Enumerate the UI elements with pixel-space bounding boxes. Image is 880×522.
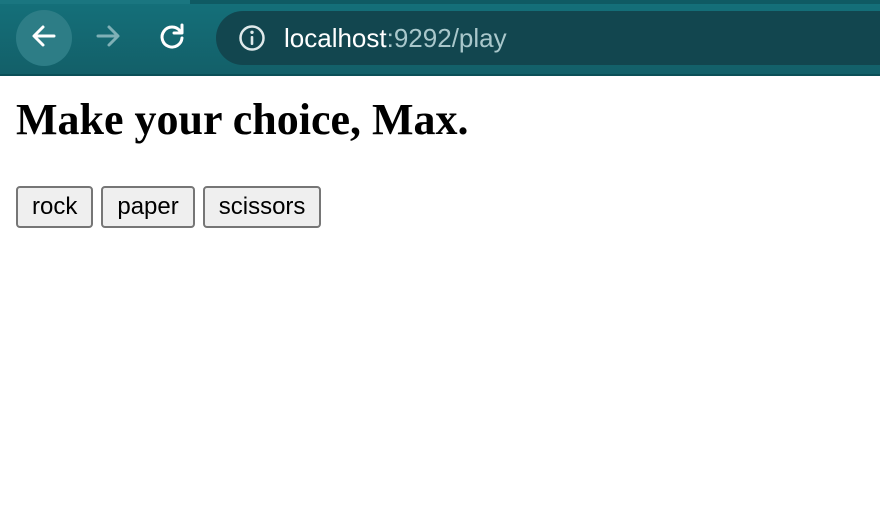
arrow-right-icon [94,22,122,55]
address-bar[interactable]: localhost:9292/play [216,11,880,65]
forward-button[interactable] [80,10,136,66]
reload-button[interactable] [144,10,200,66]
back-button[interactable] [16,10,72,66]
rock-button[interactable]: rock [16,186,94,228]
scissors-button[interactable]: scissors [202,186,322,228]
page-heading: Make your choice, Max. [16,95,469,144]
info-icon[interactable] [238,24,266,52]
url-path: :9292/play [386,22,507,53]
arrow-left-icon [30,22,58,55]
choice-buttons: rock paper scissors [16,186,469,228]
page-content: Make your choice, Max. rock paper scisso… [16,76,469,228]
url-text[interactable]: localhost:9292/play [284,23,507,54]
browser-toolbar: localhost:9292/play [0,0,880,76]
reload-icon [158,22,186,55]
paper-button[interactable]: paper [101,186,195,228]
url-host: localhost [284,22,387,53]
active-tab-strip [0,0,190,4]
